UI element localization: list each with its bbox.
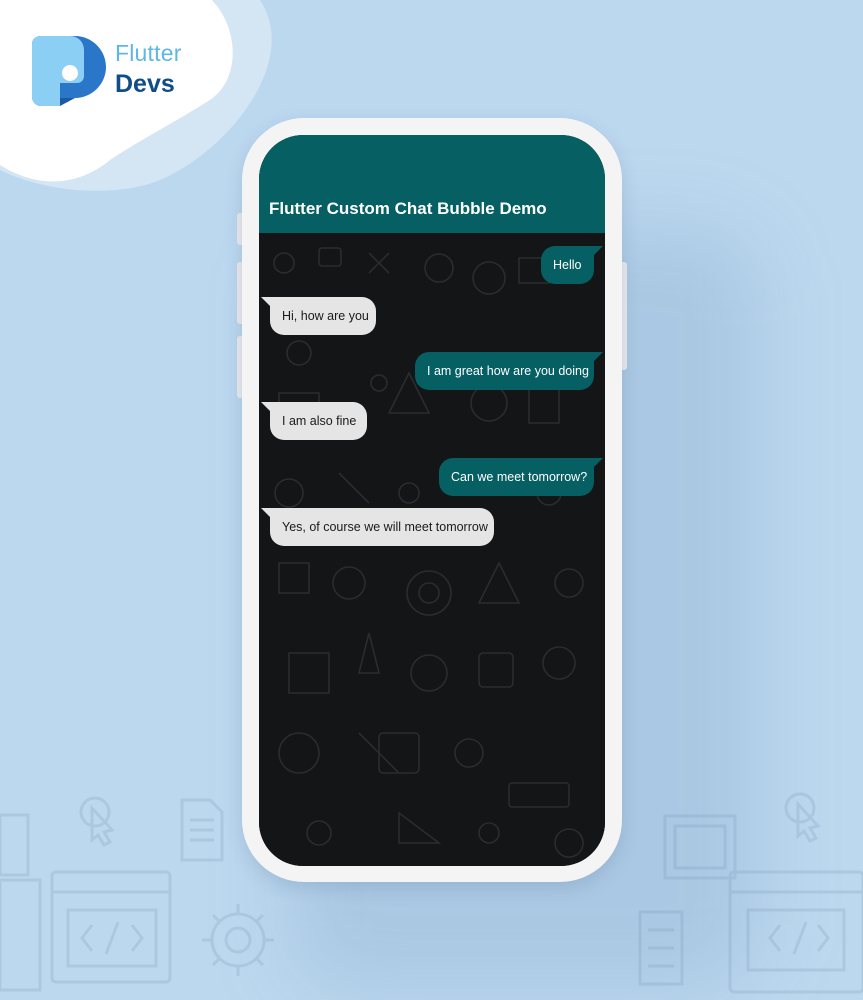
message-bubble-received[interactable]: Yes, of course we will meet tomorrow	[270, 508, 494, 546]
cursor-click-icon	[79, 796, 115, 847]
message-text: Yes, of course we will meet tomorrow	[282, 520, 488, 534]
cursor-click-icon	[784, 792, 821, 843]
bubble-tail	[261, 402, 271, 412]
brand-name-flutter: Flutter	[115, 40, 182, 66]
bubble-tail	[593, 458, 603, 468]
gear-icon	[202, 904, 274, 976]
code-window-icon	[50, 870, 172, 984]
message-bubble-received[interactable]: Hi, how are you	[270, 297, 376, 335]
message-text: Can we meet tomorrow?	[451, 470, 588, 484]
phone-screen: Flutter Custom Chat Bubble Demo	[259, 135, 605, 866]
bubble-tail	[593, 352, 603, 362]
message-text: Hello	[553, 258, 582, 272]
app-bar-title: Flutter Custom Chat Bubble Demo	[269, 199, 547, 218]
message-bubble-sent[interactable]: Can we meet tomorrow?	[439, 458, 594, 496]
bubble-tail	[593, 246, 603, 256]
flutterdevs-logo-icon	[32, 36, 106, 106]
message-text: I am great how are you doing	[427, 364, 589, 378]
message-text: I am also fine	[282, 414, 357, 428]
app-bar: Flutter Custom Chat Bubble Demo	[259, 135, 605, 233]
message-bubble-received[interactable]: I am also fine	[270, 402, 367, 440]
bubble-tail	[261, 508, 271, 518]
message-text: Hi, how are you	[282, 309, 369, 323]
document-icon	[180, 798, 224, 862]
message-bubble-sent[interactable]: Hello	[541, 246, 594, 284]
bubble-tail	[261, 297, 271, 307]
brand-name-devs: Devs	[115, 70, 175, 98]
message-bubble-sent[interactable]: I am great how are you doing	[415, 352, 594, 390]
